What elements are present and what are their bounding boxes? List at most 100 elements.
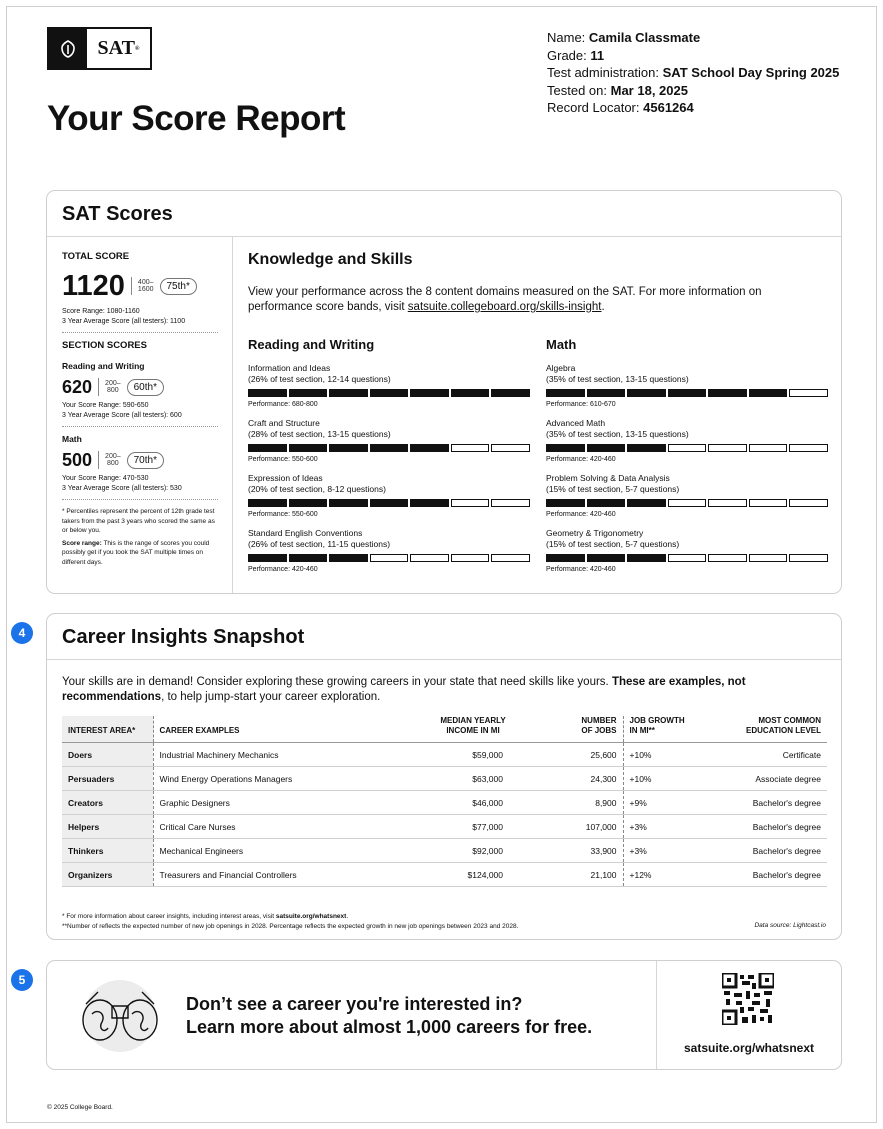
total-percentile-badge: 75th* [159,277,197,295]
domain: Expression of Ideas (20% of test section… [248,473,533,528]
test-administration: Test administration: SAT School Day Spri… [547,65,840,80]
page-title: Your Score Report [47,99,346,138]
bar-segment-filled [546,499,585,507]
area-math: Math Algebra (35% of test section, 13-15… [546,337,831,583]
bar-segment-empty [491,444,530,452]
table-row: Doers Industrial Machinery Mechanics $59,0… [62,742,827,767]
promo-headline: Don’t see a career you're interested in?… [186,994,593,1037]
section-average-rw: 3 Year Average Score (all testers): 600 [62,411,182,419]
bar-segment-filled [288,389,327,397]
section-percentile-badge-math: 70th* [126,451,164,469]
knowledge-skills-title: Knowledge and Skills [248,251,413,268]
col-education-level: MOST COMMON EDUCATION LEVEL [713,716,827,743]
bar-segment-filled [491,389,530,397]
domain: Algebra (35% of test section, 13-15 ques… [546,363,831,418]
step-badge-5: 5 [11,969,33,991]
section-name-math: Math [62,434,82,444]
bar-segment-filled [329,499,368,507]
promo-card: Don’t see a career you're interested in?… [46,960,842,1070]
performance-bars [248,444,533,452]
section-scale-rw: 200– 800 [105,380,121,394]
bar-segment-empty [748,444,787,452]
bar-segment-empty [410,554,449,562]
promo-qr-panel: satsuite.org/whatsnext [656,961,841,1069]
bar-segment-empty [450,554,489,562]
binoculars-icon [68,978,172,1054]
bar-segment-empty [450,499,489,507]
section-score-math: 500 [62,450,93,470]
bar-segment-filled [248,499,287,507]
bar-segment-empty [748,554,787,562]
bar-segment-filled [748,389,787,397]
performance-bars [546,554,831,562]
total-score: 1120 [62,270,125,302]
performance-bars [248,554,533,562]
section-scale-math: 200– 800 [105,453,121,467]
qr-code-icon [720,971,776,1027]
knowledge-skills: Knowledge and Skills View your performan… [248,237,841,593]
domain: Problem Solving & Data Analysis (15% of … [546,473,831,528]
section-percentile-badge-rw: 60th* [126,378,164,396]
copyright: © 2025 College Board. [47,1104,113,1111]
domain: Geometry & Trigonometry (15% of test sec… [546,528,831,583]
section-scores-label: SECTION SCORES [62,340,147,351]
bar-segment-empty [708,444,747,452]
table-header-row: INTEREST AREA* CAREER EXAMPLES MEDIAN YE… [62,716,827,743]
whatsnext-link[interactable]: satsuite.org/whatsnext [276,913,346,920]
bar-segment-filled [586,444,625,452]
footnote-interest: * For more information about career insi… [62,913,349,920]
knowledge-skills-desc: View your performance across the 8 conte… [248,286,762,313]
bar-segment-filled [369,389,408,397]
total-score-range: Score Range: 1080-1160 [62,308,140,315]
data-source: Data source: Lightcast.io [754,922,826,929]
bar-segment-filled [546,554,585,562]
domain: Craft and Structure (28% of test section… [248,418,533,473]
domain: Information and Ideas (26% of test secti… [248,363,533,418]
bar-segment-empty [708,499,747,507]
bar-segment-filled [627,499,666,507]
footnote-jobs: **Number of reflects the expected number… [62,923,519,930]
bar-segment-filled [410,499,449,507]
area-title: Reading and Writing [248,337,375,352]
career-intro: Your skills are in demand! Consider expl… [62,676,746,703]
bar-segment-empty [369,554,408,562]
bar-segment-empty [789,499,828,507]
table-row: Creators Graphic Designers $46,000 8,900 +9%… [62,790,827,815]
bar-segment-empty [789,389,828,397]
bar-segment-filled [248,554,287,562]
performance-bars [546,389,831,397]
bar-segment-empty [491,554,530,562]
student-info: Name: Camila Classmate Grade: 11 Test ad… [547,29,839,117]
table-row: Thinkers Mechanical Engineers $92,000 33,90… [62,838,827,863]
career-insights-title: Career Insights Snapshot [47,614,841,660]
col-job-growth: JOB GROWTH IN MI** [623,716,713,743]
acorn-icon [49,29,87,68]
promo-url[interactable]: satsuite.org/whatsnext [657,1041,841,1055]
bar-segment-filled [627,444,666,452]
bar-segment-filled [329,389,368,397]
bar-segment-filled [288,499,327,507]
tested-on: Tested on: Mar 18, 2025 [547,82,688,98]
logo-text: SAT ® [97,37,140,59]
table-row: Helpers Critical Care Nurses $77,000 107,00… [62,814,827,839]
section-score-row-math: 500 200– 800 70th* [62,450,218,470]
sat-scores-card: SAT Scores TOTAL SCORE 1120 400– 1600 75t… [46,190,842,594]
domain: Advanced Math (35% of test section, 13-1… [546,418,831,473]
performance-bars [248,389,533,397]
percentile-footnote: * Percentiles represent the percent of 1… [62,508,215,534]
skills-insight-link[interactable]: satsuite.collegeboard.org/skills-insight [408,301,602,313]
bar-segment-filled [288,554,327,562]
bar-segment-empty [667,444,706,452]
total-score-row: 1120 400– 1600 75th* [62,271,218,301]
total-score-label: TOTAL SCORE [62,251,130,262]
career-footnotes: * For more information about career insi… [62,912,827,932]
bar-segment-empty [667,499,706,507]
area-reading-writing: Reading and Writing Information and Idea… [248,337,533,583]
area-title: Math [546,337,577,352]
bar-segment-filled [546,444,585,452]
bar-segment-filled [410,389,449,397]
section-average-math: 3 Year Average Score (all testers): 530 [62,484,182,492]
bar-segment-filled [586,554,625,562]
bar-segment-empty [491,499,530,507]
score-report-page: SAT ® Your Score Report Name: Camila Clas… [6,6,877,1123]
